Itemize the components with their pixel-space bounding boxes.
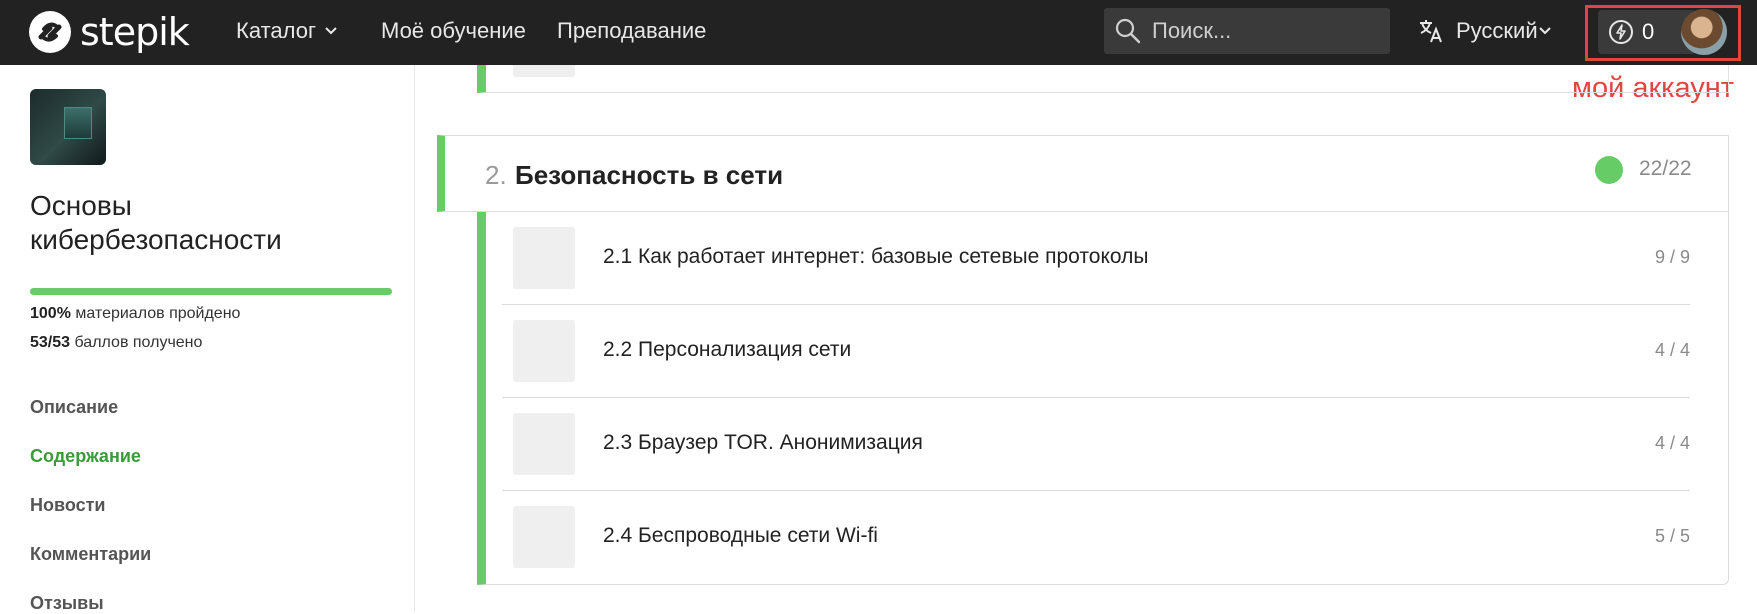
lesson-thumbnail xyxy=(513,65,575,77)
sidebar-link-content[interactable]: Содержание xyxy=(30,446,141,467)
nav-my-learning-label: Моё обучение xyxy=(381,18,526,43)
section-title: Безопасность в сети xyxy=(515,160,784,190)
top-navigation-bar: stepik Каталог Моё обучение Преподавание… xyxy=(0,0,1757,65)
points-text: баллов получено xyxy=(74,334,203,351)
previous-section-tail xyxy=(477,65,1729,93)
brand-name: stepik xyxy=(80,10,190,54)
sidebar-link-comments[interactable]: Комментарии xyxy=(30,544,151,565)
course-cover-image[interactable] xyxy=(30,89,106,165)
points-stat: 53/53 баллов получено xyxy=(30,334,202,352)
search-icon xyxy=(1115,18,1141,44)
chevron-down-icon xyxy=(325,27,337,35)
chevron-down-icon xyxy=(1538,27,1551,35)
nav-my-learning[interactable]: Моё обучение xyxy=(381,18,526,44)
section-header[interactable]: 2. Безопасность в сети 22/22 xyxy=(437,135,1729,212)
nav-catalog[interactable]: Каталог xyxy=(236,18,338,44)
sidebar-link-reviews[interactable]: Отзывы xyxy=(30,593,104,614)
lesson-score: 9 / 9 xyxy=(1654,247,1690,267)
lesson-item[interactable]: 2.4 Беспроводные сети Wi-fi 5 / 5 xyxy=(502,491,1690,584)
lesson-score: 4 / 4 xyxy=(1654,433,1690,453)
lesson-item[interactable]: 2.3 Браузер TOR. Анонимизация 4 / 4 xyxy=(502,398,1690,491)
materials-value: 100% xyxy=(30,305,71,322)
nav-teaching[interactable]: Преподавание xyxy=(557,18,706,44)
section-score: 22/22 xyxy=(1639,157,1692,180)
account-highlight-box xyxy=(1585,5,1741,61)
lesson-thumbnail xyxy=(513,413,575,475)
lesson-list: 2.1 Как работает интернет: базовые сетев… xyxy=(477,212,1729,585)
stepik-logo[interactable]: stepik xyxy=(28,10,190,54)
section-complete-indicator xyxy=(1595,156,1623,184)
materials-text: материалов пройдено xyxy=(75,305,241,322)
search-box[interactable] xyxy=(1104,8,1390,54)
language-selector[interactable]: Русский xyxy=(1418,18,1552,44)
lesson-title[interactable]: 2.4 Беспроводные сети Wi-fi xyxy=(603,524,878,548)
points-value: 53/53 xyxy=(30,334,71,351)
course-progress-bar xyxy=(30,288,392,295)
nav-teaching-label: Преподавание xyxy=(557,18,707,43)
sidebar-link-description[interactable]: Описание xyxy=(30,397,118,418)
lesson-thumbnail xyxy=(513,506,575,568)
course-sidebar: Основы кибербезопасности 100% материалов… xyxy=(0,65,415,614)
lesson-score: 5 / 5 xyxy=(1654,526,1690,546)
search-input[interactable] xyxy=(1150,17,1374,45)
lesson-thumbnail xyxy=(513,227,575,289)
section-number: 2. xyxy=(485,160,507,190)
course-title[interactable]: Основы кибербезопасности xyxy=(30,189,390,257)
lesson-title[interactable]: 2.3 Браузер TOR. Анонимизация xyxy=(603,431,923,455)
nav-catalog-label: Каталог xyxy=(236,18,316,43)
lesson-item[interactable]: 2.1 Как работает интернет: базовые сетев… xyxy=(502,212,1690,305)
lesson-score: 4 / 4 xyxy=(1654,340,1690,360)
materials-stat: 100% материалов пройдено xyxy=(30,305,240,323)
lesson-item[interactable]: 2.2 Персонализация сети 4 / 4 xyxy=(502,305,1690,398)
lesson-thumbnail xyxy=(513,320,575,382)
lesson-title[interactable]: 2.1 Как работает интернет: базовые сетев… xyxy=(603,245,1148,269)
stepik-logo-icon xyxy=(29,11,71,53)
sidebar-link-news[interactable]: Новости xyxy=(30,495,105,516)
lesson-title[interactable]: 2.2 Персонализация сети xyxy=(603,338,851,362)
translate-icon xyxy=(1420,20,1442,43)
language-label: Русский xyxy=(1456,18,1538,43)
course-progress-fill xyxy=(30,288,392,295)
